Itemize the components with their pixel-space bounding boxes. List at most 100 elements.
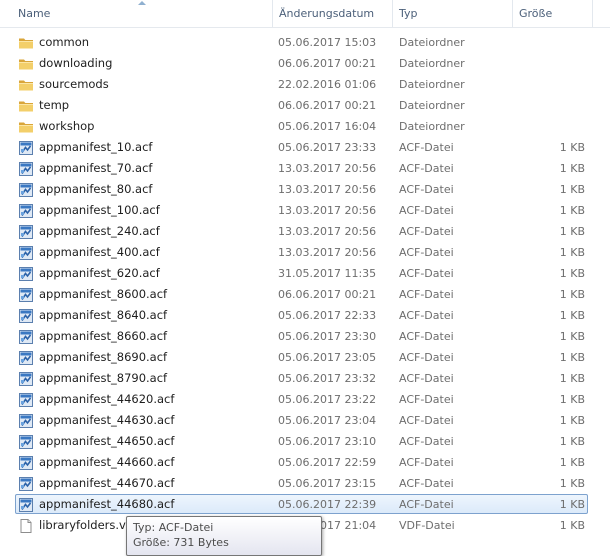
column-header-name-label: Name: [18, 7, 51, 20]
file-row[interactable]: appmanifest_44630.acf 05.06.2017 23:04 ACF…: [0, 410, 610, 431]
file-name: downloading: [39, 56, 113, 70]
file-size: 1 KB: [559, 204, 585, 217]
file-name: appmanifest_8690.acf: [39, 350, 168, 364]
file-row[interactable]: sourcemods 22.02.2016 01:06 Dateiordner: [0, 74, 610, 95]
acf-file-icon: [18, 455, 34, 471]
file-row[interactable]: workshop 05.06.2017 16:04 Dateiordner: [0, 116, 610, 137]
acf-file-icon: [18, 497, 34, 513]
file-size: 1 KB: [559, 477, 585, 490]
file-date: 05.06.2017 23:04: [278, 414, 377, 427]
file-name: appmanifest_44680.acf: [39, 497, 175, 511]
file-type: Dateiordner: [399, 120, 465, 133]
column-header-bar: Name Änderungsdatum Typ Größe: [0, 0, 610, 28]
file-size: 1 KB: [559, 498, 585, 511]
file-name: appmanifest_8660.acf: [39, 329, 168, 343]
sort-ascending-icon: [138, 1, 146, 5]
file-name: appmanifest_44670.acf: [39, 476, 175, 490]
file-name: appmanifest_8640.acf: [39, 308, 168, 322]
file-row[interactable]: appmanifest_44660.acf 05.06.2017 22:59 ACF…: [0, 452, 610, 473]
file-row[interactable]: appmanifest_44670.acf 05.06.2017 23:15 ACF…: [0, 473, 610, 494]
column-header-date-label: Änderungsdatum: [279, 7, 375, 20]
file-row[interactable]: appmanifest_100.acf 13.03.2017 20:56 ACF-D…: [0, 200, 610, 221]
file-row[interactable]: appmanifest_240.acf 13.03.2017 20:56 ACF-D…: [0, 221, 610, 242]
folder-icon: [18, 119, 34, 135]
file-type: Dateiordner: [399, 78, 465, 91]
column-header-type[interactable]: Typ: [393, 0, 513, 27]
file-date: 05.06.2017 22:39: [278, 498, 377, 511]
file-size: 1 KB: [559, 225, 585, 238]
file-name: appmanifest_620.acf: [39, 266, 160, 280]
acf-file-icon: [18, 329, 34, 345]
column-header-size[interactable]: Größe: [513, 0, 593, 27]
file-type: VDF-Datei: [399, 519, 455, 532]
file-row[interactable]: appmanifest_8690.acf 05.06.2017 23:05 ACF-…: [0, 347, 610, 368]
file-type: ACF-Datei: [399, 288, 454, 301]
acf-file-icon: [18, 371, 34, 387]
file-row[interactable]: appmanifest_8640.acf 05.06.2017 22:33 ACF-…: [0, 305, 610, 326]
file-size: 1 KB: [559, 309, 585, 322]
file-row[interactable]: appmanifest_80.acf 13.03.2017 20:56 ACF-Da…: [0, 179, 610, 200]
acf-file-icon: [18, 245, 34, 261]
file-size: 1 KB: [559, 414, 585, 427]
tooltip-size-line: Größe: 731 Bytes: [133, 536, 229, 549]
column-header-name[interactable]: Name: [0, 0, 273, 27]
column-header-date[interactable]: Änderungsdatum: [273, 0, 393, 27]
column-header-type-label: Typ: [399, 7, 418, 20]
file-date: 13.03.2017 20:56: [278, 162, 377, 175]
file-name: appmanifest_44620.acf: [39, 392, 175, 406]
file-name: workshop: [39, 119, 95, 133]
folder-icon: [18, 35, 34, 51]
file-size: 1 KB: [559, 141, 585, 154]
file-name: appmanifest_80.acf: [39, 182, 153, 196]
file-type: ACF-Datei: [399, 456, 454, 469]
file-row[interactable]: appmanifest_8790.acf 05.06.2017 23:32 ACF-…: [0, 368, 610, 389]
acf-file-icon: [18, 413, 34, 429]
file-type: ACF-Datei: [399, 267, 454, 280]
file-type: ACF-Datei: [399, 162, 454, 175]
file-name: appmanifest_8790.acf: [39, 371, 168, 385]
acf-file-icon: [18, 287, 34, 303]
file-type: ACF-Datei: [399, 183, 454, 196]
file-date: 05.06.2017 16:04: [278, 120, 377, 133]
file-row[interactable]: downloading 06.06.2017 00:21 Dateiordner: [0, 53, 610, 74]
generic-file-icon: [18, 518, 34, 534]
file-date: 13.03.2017 20:56: [278, 204, 377, 217]
file-row[interactable]: appmanifest_8660.acf 05.06.2017 23:30 ACF-…: [0, 326, 610, 347]
file-row[interactable]: appmanifest_70.acf 13.03.2017 20:56 ACF-Da…: [0, 158, 610, 179]
file-row[interactable]: appmanifest_400.acf 13.03.2017 20:56 ACF-D…: [0, 242, 610, 263]
file-tooltip: Typ: ACF-Datei Größe: 731 Bytes: [126, 516, 322, 556]
file-row[interactable]: appmanifest_10.acf 05.06.2017 23:33 ACF-Da…: [0, 137, 610, 158]
file-date: 05.06.2017 22:59: [278, 456, 377, 469]
file-date: 13.03.2017 20:56: [278, 225, 377, 238]
file-row[interactable]: appmanifest_8600.acf 06.06.2017 00:21 ACF-…: [0, 284, 610, 305]
file-type: ACF-Datei: [399, 414, 454, 427]
file-type: ACF-Datei: [399, 477, 454, 490]
file-row[interactable]: appmanifest_44680.acf 05.06.2017 22:39 ACF…: [0, 494, 610, 515]
file-type: ACF-Datei: [399, 435, 454, 448]
file-type: ACF-Datei: [399, 393, 454, 406]
file-type: ACF-Datei: [399, 351, 454, 364]
acf-file-icon: [18, 182, 34, 198]
file-row[interactable]: temp 06.06.2017 00:21 Dateiordner: [0, 95, 610, 116]
file-type: Dateiordner: [399, 36, 465, 49]
file-name: appmanifest_44660.acf: [39, 455, 175, 469]
acf-file-icon: [18, 266, 34, 282]
file-size: 1 KB: [559, 456, 585, 469]
file-row[interactable]: appmanifest_44620.acf 05.06.2017 23:22 ACF…: [0, 389, 610, 410]
file-row[interactable]: appmanifest_620.acf 31.05.2017 11:35 ACF-D…: [0, 263, 610, 284]
file-date: 05.06.2017 23:22: [278, 393, 377, 406]
file-size: 1 KB: [559, 519, 585, 532]
file-type: ACF-Datei: [399, 204, 454, 217]
file-size: 1 KB: [559, 162, 585, 175]
file-date: 05.06.2017 23:30: [278, 330, 377, 343]
file-type: ACF-Datei: [399, 372, 454, 385]
file-date: 05.06.2017 23:05: [278, 351, 377, 364]
file-size: 1 KB: [559, 267, 585, 280]
column-header-size-label: Größe: [519, 7, 553, 20]
file-date: 13.03.2017 20:56: [278, 246, 377, 259]
acf-file-icon: [18, 476, 34, 492]
file-row[interactable]: appmanifest_44650.acf 05.06.2017 23:10 ACF…: [0, 431, 610, 452]
file-row[interactable]: common 05.06.2017 15:03 Dateiordner: [0, 32, 610, 53]
acf-file-icon: [18, 224, 34, 240]
file-type: Dateiordner: [399, 99, 465, 112]
